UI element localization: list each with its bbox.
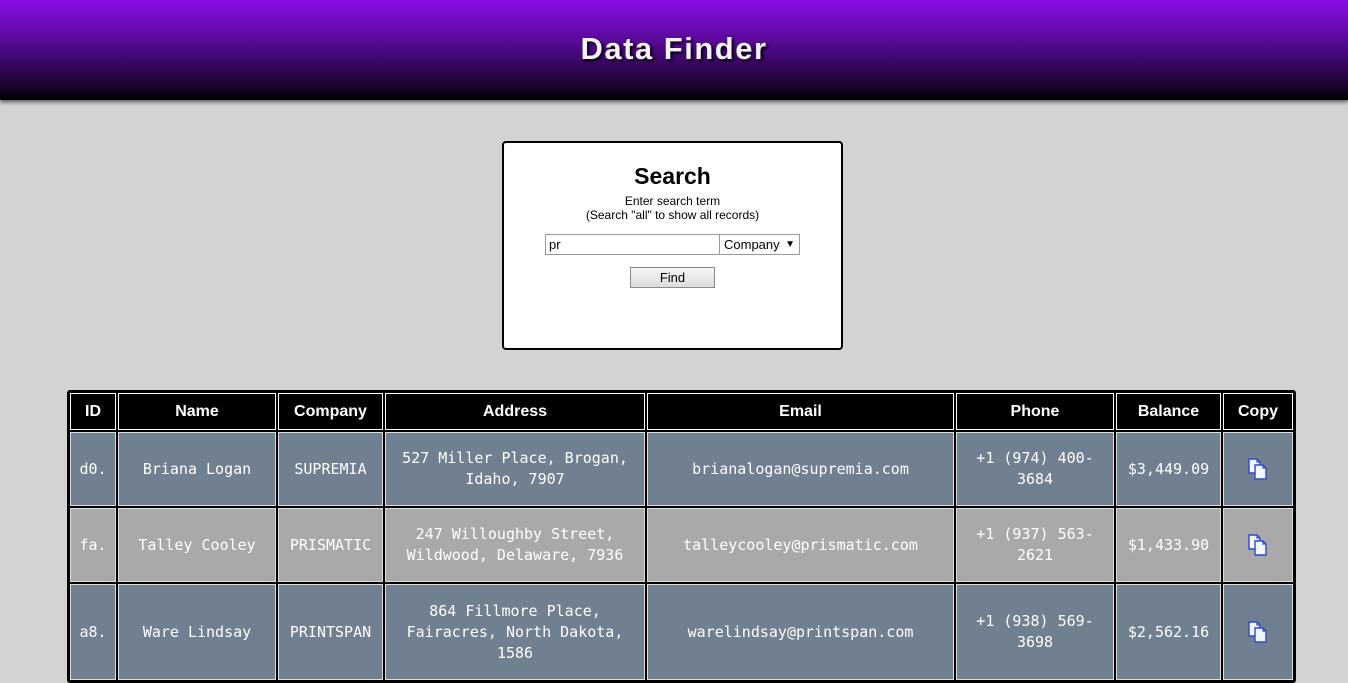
table-header-row: ID Name Company Address Email Phone Bala… xyxy=(70,393,1293,430)
column-header-company: Company xyxy=(278,393,383,430)
column-header-copy: Copy xyxy=(1223,393,1293,430)
search-row: Company ▼ xyxy=(504,234,841,255)
cell-phone: +1 (937) 563-2621 xyxy=(956,508,1114,582)
cell-id: fa. xyxy=(70,508,116,582)
column-header-name: Name xyxy=(118,393,276,430)
search-heading: Search xyxy=(634,163,711,189)
results-table: ID Name Company Address Email Phone Bala… xyxy=(67,390,1296,683)
column-header-phone: Phone xyxy=(956,393,1114,430)
cell-phone: +1 (938) 569-3698 xyxy=(956,584,1114,680)
chevron-down-icon: ▼ xyxy=(785,239,795,250)
field-select[interactable]: Company ▼ xyxy=(720,234,800,255)
cell-email: brianalogan@supremia.com xyxy=(647,432,954,506)
cell-name: Briana Logan xyxy=(118,432,276,506)
column-header-email: Email xyxy=(647,393,954,430)
cell-address: 864 Fillmore Place, Fairacres, North Dak… xyxy=(385,584,645,680)
field-select-value: Company xyxy=(724,237,780,252)
cell-copy xyxy=(1223,508,1293,582)
cell-id: a8. xyxy=(70,584,116,680)
find-button[interactable]: Find xyxy=(630,267,715,288)
copy-icon[interactable] xyxy=(1247,457,1269,481)
table-row: a8. Ware Lindsay PRINTSPAN 864 Fillmore Pla… xyxy=(70,584,1293,680)
cell-address: 527 Miller Place, Brogan, Idaho, 7907 xyxy=(385,432,645,506)
cell-address: 247 Willoughby Street, Wildwood, Delawar… xyxy=(385,508,645,582)
column-header-id: ID xyxy=(70,393,116,430)
column-header-address: Address xyxy=(385,393,645,430)
cell-email: warelindsay@printspan.com xyxy=(647,584,954,680)
table-row: fa. Talley Cooley PRISMATIC 247 Willoughby … xyxy=(70,508,1293,582)
cell-phone: +1 (974) 400-3684 xyxy=(956,432,1114,506)
search-hint-line2: (Search "all" to show all records) xyxy=(585,208,760,222)
column-header-balance: Balance xyxy=(1116,393,1221,430)
cell-name: Talley Cooley xyxy=(118,508,276,582)
cell-company: PRISMATIC xyxy=(278,508,383,582)
search-hint-line1: Enter search term xyxy=(624,194,721,208)
cell-balance: $3,449.09 xyxy=(1116,432,1221,506)
cell-balance: $2,562.16 xyxy=(1116,584,1221,680)
cell-company: SUPREMIA xyxy=(278,432,383,506)
cell-copy xyxy=(1223,432,1293,506)
cell-id: d0. xyxy=(70,432,116,506)
copy-icon[interactable] xyxy=(1247,533,1269,557)
cell-name: Ware Lindsay xyxy=(118,584,276,680)
cell-company: PRINTSPAN xyxy=(278,584,383,680)
search-panel: Search Enter search term (Search "all" t… xyxy=(502,141,843,350)
cell-copy xyxy=(1223,584,1293,680)
search-input[interactable] xyxy=(545,234,720,255)
page-title: Data Finder xyxy=(580,31,768,66)
search-hint: Enter search term (Search "all" to show … xyxy=(504,194,841,222)
app-header: Data Finder xyxy=(0,0,1348,100)
copy-icon[interactable] xyxy=(1247,620,1269,644)
table-row: d0. Briana Logan SUPREMIA 527 Miller Place,… xyxy=(70,432,1293,506)
cell-email: talleycooley@prismatic.com xyxy=(647,508,954,582)
cell-balance: $1,433.90 xyxy=(1116,508,1221,582)
